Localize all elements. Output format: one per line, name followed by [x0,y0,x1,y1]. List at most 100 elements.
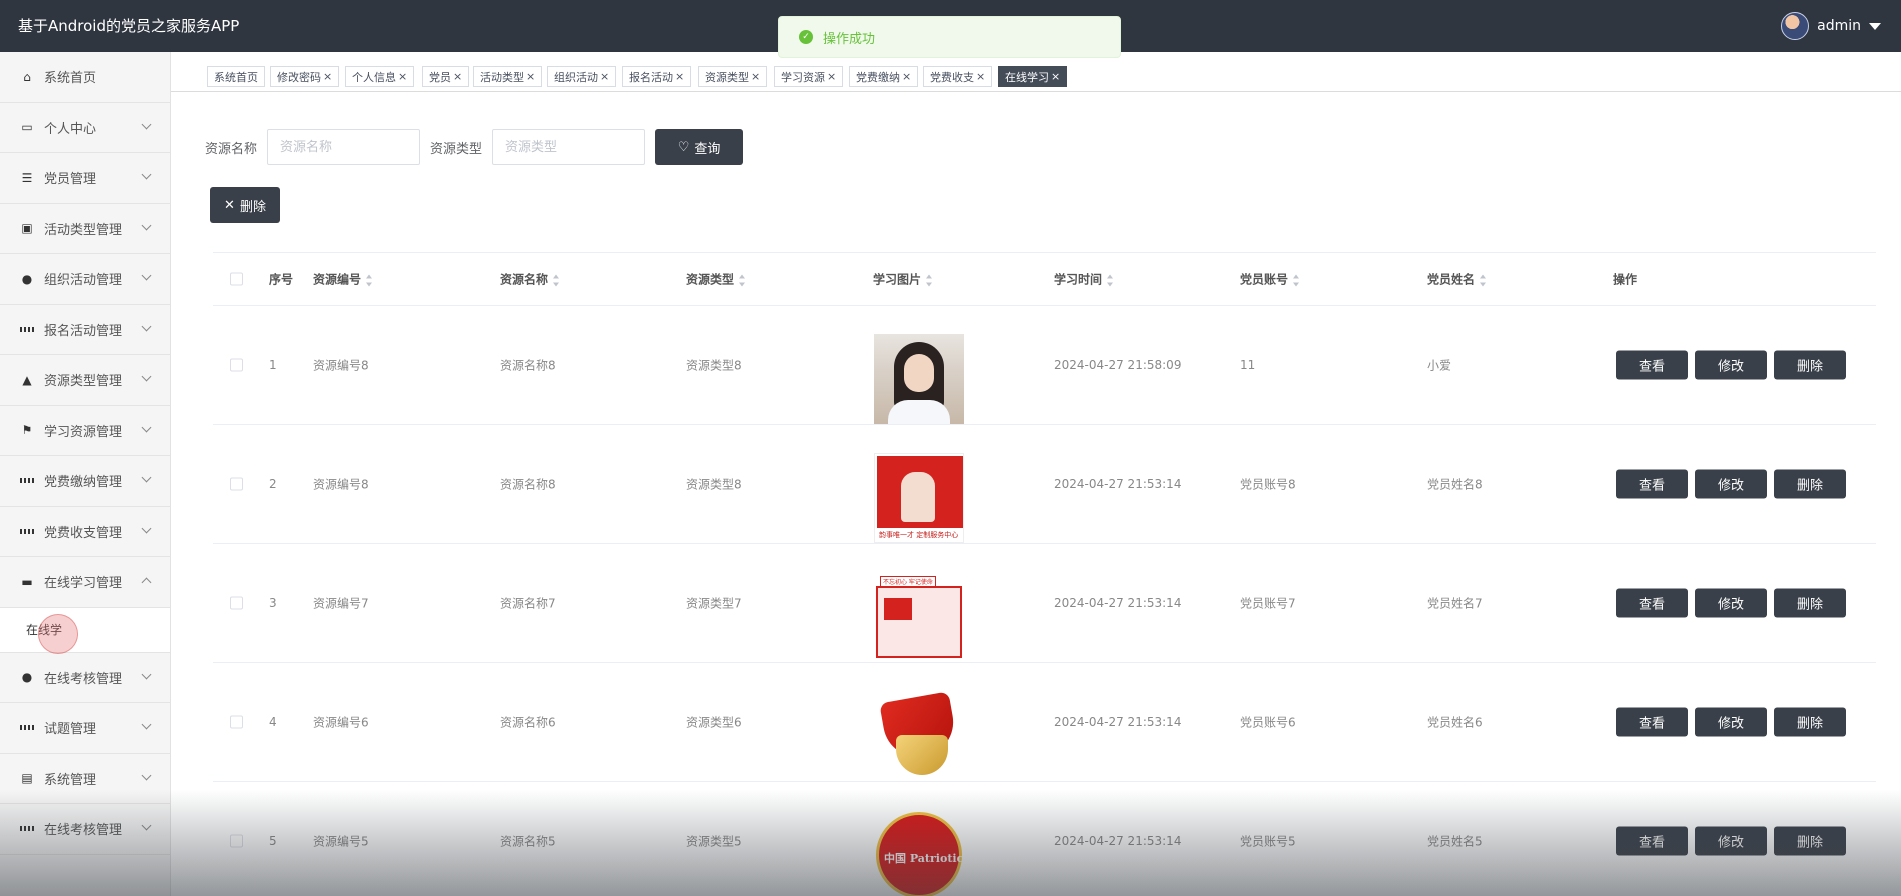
sidebar-item-member-management[interactable]: ☰ 党员管理 [0,153,170,204]
column-header-member-name[interactable]: 党员姓名 [1427,271,1487,288]
sidebar-item-signup-activity[interactable]: 报名活动管理 [0,305,170,355]
row-image-red-poster[interactable]: 韵事唯一才 定制服务中心 [874,453,964,543]
sidebar-item-fee-payment[interactable]: 党费缴纳管理 [0,456,170,507]
edit-button[interactable]: 修改 [1695,350,1767,380]
resource-name-input[interactable] [267,129,421,165]
tag-resource-type[interactable]: 资源类型 × [698,66,768,87]
row-type: 资源类型7 [686,596,742,611]
table-header: 序号 资源编号 资源名称 资源类型 学习图片 学习时间 党员账号 党员姓名 操作 [213,253,1876,306]
column-header-type[interactable]: 资源类型 [686,271,746,288]
table-row: 2 资源编号8 资源名称8 资源类型8 韵事唯一才 定制服务中心 2024-04… [213,425,1876,544]
sort-icon[interactable] [1293,274,1300,286]
sort-icon[interactable] [1107,274,1114,286]
close-icon[interactable]: × [323,70,332,83]
sidebar-item-org-activity[interactable]: ● 组织活动管理 [0,254,170,305]
row-type: 资源类型8 [686,477,742,492]
column-header-time[interactable]: 学习时间 [1054,271,1114,288]
sort-icon[interactable] [739,274,746,286]
resource-type-input[interactable] [492,129,646,165]
sidebar-item-system-management[interactable]: ▤ 系统管理 [0,754,170,804]
sidebar-item-resource-type[interactable]: ▲ 资源类型管理 [0,355,170,406]
heart-icon: ♡ [677,139,690,155]
tag-activity-type[interactable]: 活动类型 × [473,66,543,87]
close-icon[interactable]: × [600,70,609,83]
row-code: 资源编号7 [313,596,369,611]
sidebar-item-online-exam[interactable]: ● 在线考核管理 [0,653,170,703]
column-header-image[interactable]: 学习图片 [873,271,933,288]
tag-online-learning[interactable]: 在线学习 × [998,66,1068,87]
row-checkbox[interactable] [230,834,243,848]
close-icon[interactable]: × [526,70,535,83]
sidebar-item-personal-center[interactable]: ▭ 个人中心 [0,103,170,153]
delete-button[interactable]: 删除 [1774,826,1846,856]
table-row: 3 资源编号7 资源名称7 资源类型7 不忘初心 牢记使命 2024-04-27… [213,544,1876,663]
view-button[interactable]: 查看 [1616,826,1688,856]
sidebar-item-fee-accounts[interactable]: 党费收支管理 [0,507,170,557]
tag-change-password[interactable]: 修改密码 × [270,66,340,87]
delete-button[interactable]: 删除 [1774,469,1846,499]
caret-down-icon[interactable] [1869,22,1881,30]
tag-member[interactable]: 党员 × [422,66,470,87]
row-checkbox[interactable] [230,358,243,372]
tag-fee-accounts[interactable]: 党费收支 × [923,66,993,87]
edit-button[interactable]: 修改 [1695,469,1767,499]
row-checkbox[interactable] [230,715,243,729]
tag-fee-payment[interactable]: 党费缴纳 × [849,66,919,87]
row-image-patriotic-heart[interactable]: 中国 Patriotic [874,810,964,896]
sidebar-item-online-learning[interactable]: ▬ 在线学习管理 [0,557,170,608]
tag-org-activity[interactable]: 组织活动 × [547,66,617,87]
select-all-checkbox[interactable] [230,272,243,286]
tag-learning-resource[interactable]: 学习资源 × [774,66,844,87]
column-header-label: 资源编号 [313,272,362,287]
sidebar-item-label: 党费缴纳管理 [44,475,123,491]
chevron-down-icon [141,820,152,831]
sidebar-item-activity-type[interactable]: ▣ 活动类型管理 [0,204,170,254]
delete-button[interactable]: 删除 [1774,588,1846,618]
username[interactable]: admin [1817,18,1861,34]
view-button[interactable]: 查看 [1616,350,1688,380]
sort-icon[interactable] [553,274,560,286]
close-icon[interactable]: × [1051,70,1060,83]
row-image-portrait-photo[interactable] [874,334,964,424]
row-checkbox[interactable] [230,477,243,491]
edit-button[interactable]: 修改 [1695,707,1767,737]
view-button[interactable]: 查看 [1616,707,1688,737]
close-icon[interactable]: × [398,70,407,83]
close-icon[interactable]: × [675,70,684,83]
query-button[interactable]: ♡ 查询 [655,129,744,165]
edit-button[interactable]: 修改 [1695,826,1767,856]
column-header-account[interactable]: 党员账号 [1240,271,1300,288]
sidebar-item-label: 党员管理 [44,172,97,188]
sort-icon[interactable] [366,274,373,286]
sidebar-item-question-management[interactable]: 试题管理 [0,703,170,754]
sidebar-item-label: 资源类型管理 [44,374,123,390]
delete-button[interactable]: 删除 [1774,707,1846,737]
user-menu[interactable]: admin [1781,12,1881,40]
column-header-name[interactable]: 资源名称 [500,271,560,288]
view-button[interactable]: 查看 [1616,588,1688,618]
column-header-code[interactable]: 资源编号 [313,271,373,288]
sort-icon[interactable] [926,274,933,286]
sort-icon[interactable] [1480,274,1487,286]
row-image-party-badge[interactable] [874,691,964,781]
close-icon[interactable]: × [751,70,760,83]
tag-signup-activity[interactable]: 报名活动 × [622,66,692,87]
sidebar-subitem-online-learning[interactable]: 在线学 [0,607,170,654]
close-icon[interactable]: × [976,70,985,83]
close-icon[interactable]: × [453,70,462,83]
resource-type-label: 资源类型 [430,141,483,157]
row-checkbox[interactable] [230,596,243,610]
batch-delete-button[interactable]: ✕ 删除 [210,187,280,223]
view-button[interactable]: 查看 [1616,469,1688,499]
sidebar-item-home[interactable]: ⌂ 系统首页 [0,52,170,103]
row-image-party-poster[interactable]: 不忘初心 牢记使命 [874,572,964,662]
close-icon[interactable]: × [827,70,836,83]
delete-button[interactable]: 删除 [1774,350,1846,380]
edit-button[interactable]: 修改 [1695,588,1767,618]
avatar[interactable] [1781,12,1810,40]
sidebar-item-online-exam-2[interactable]: 在线考核管理 [0,804,170,855]
close-icon[interactable]: × [902,70,911,83]
tag-home[interactable]: 系统首页 [207,66,265,87]
sidebar-item-learning-resource[interactable]: ⚑ 学习资源管理 [0,406,170,456]
tag-personal-info[interactable]: 个人信息 × [345,66,415,87]
